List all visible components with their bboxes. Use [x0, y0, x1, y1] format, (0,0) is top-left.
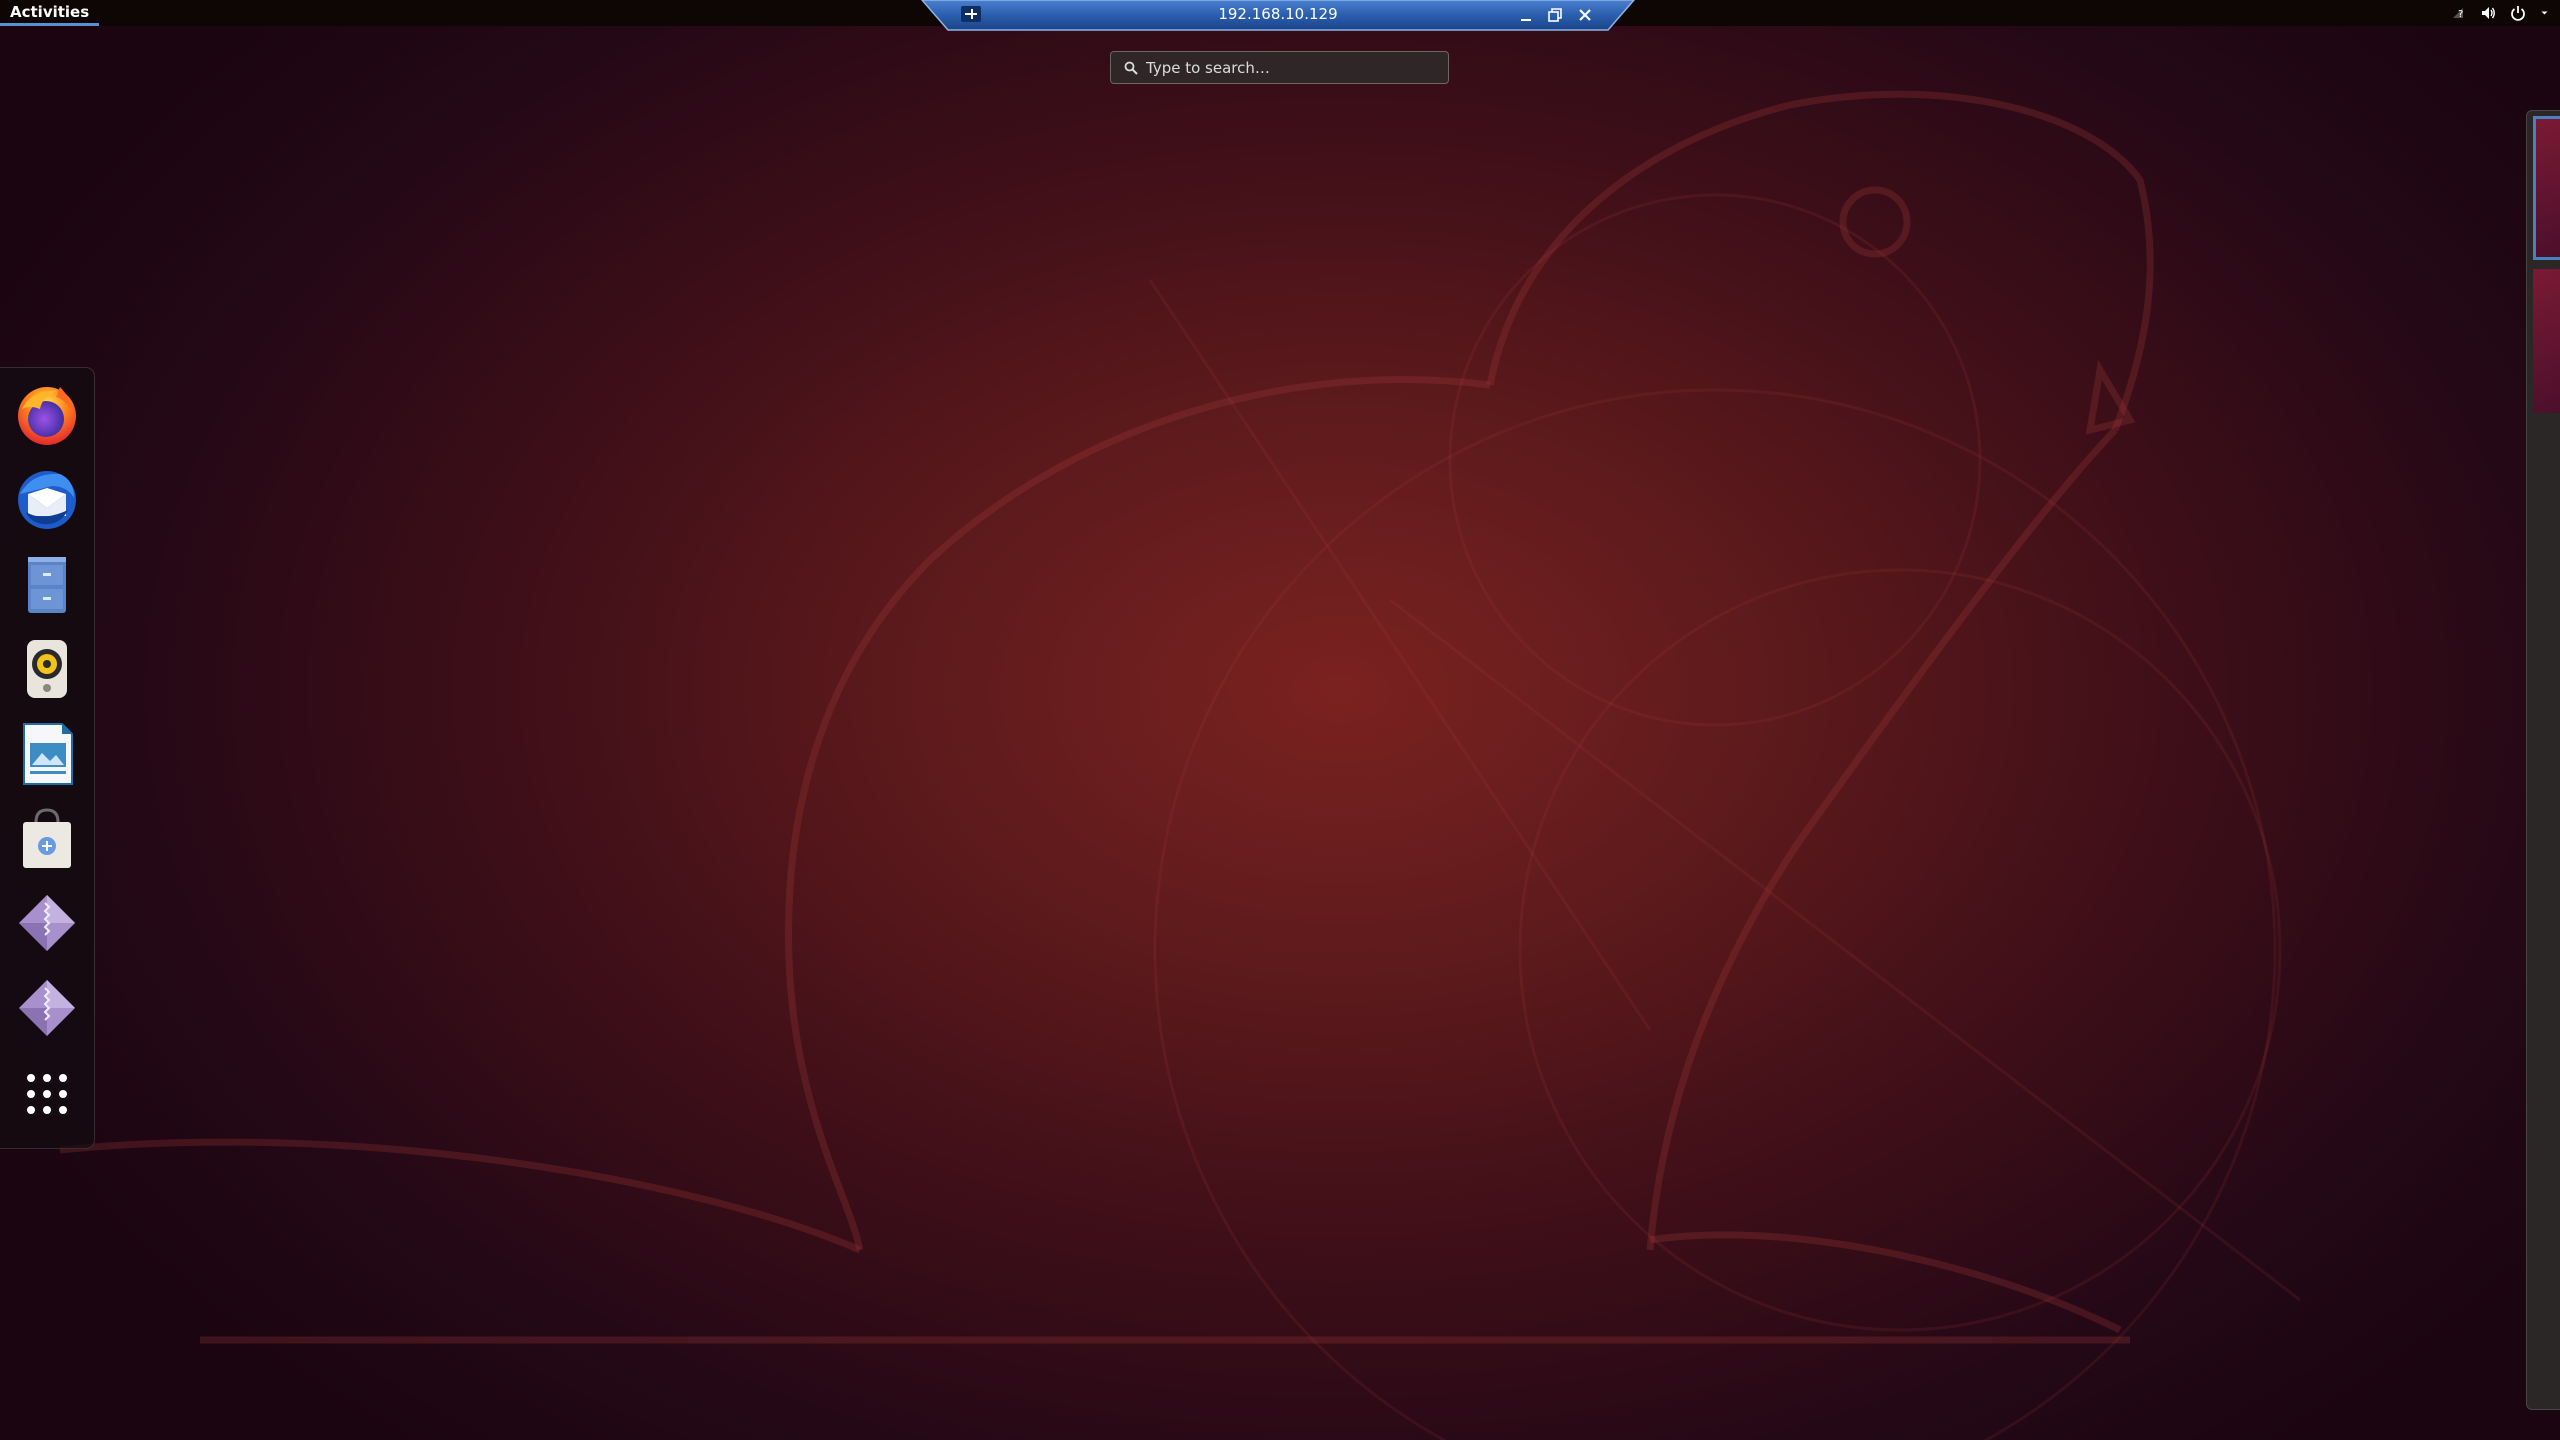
- archive-diamond-icon: [19, 895, 75, 951]
- thunderbird-icon: [18, 471, 76, 529]
- search-input[interactable]: [1146, 58, 1448, 77]
- dock-item-firefox[interactable]: [12, 379, 82, 449]
- search-box[interactable]: [1110, 51, 1449, 84]
- dock-item-files[interactable]: [12, 549, 82, 619]
- dock-item-software[interactable]: [12, 804, 82, 874]
- presentation-icon: [23, 723, 73, 785]
- shopping-bag-icon: [23, 808, 71, 868]
- desktop: Activities ? 192.168.10.129 Type to sear…: [0, 0, 2560, 1440]
- file-cabinet-icon: [28, 557, 66, 613]
- archive-diamond-icon: [19, 980, 75, 1036]
- system-tray[interactable]: ?: [2450, 0, 2552, 26]
- minimize-icon[interactable]: [1516, 5, 1536, 25]
- dock-item-thunderbird[interactable]: [12, 464, 82, 534]
- speaker-icon: [27, 640, 67, 698]
- dock: [0, 367, 95, 1149]
- menu-arrow-icon[interactable]: [2540, 5, 2552, 21]
- firefox-icon: [18, 387, 76, 445]
- remote-connection-bar[interactable]: 192.168.10.129: [920, 0, 1636, 31]
- workspace-thumbnail-2[interactable]: [2533, 269, 2560, 413]
- svg-text:?: ?: [2458, 9, 2463, 20]
- app-grid-icon: [27, 1074, 67, 1114]
- volume-icon[interactable]: [2480, 5, 2496, 21]
- workspace-thumbnail-1[interactable]: [2533, 116, 2560, 260]
- workspace-switcher: [2526, 110, 2560, 1410]
- activities-button[interactable]: Activities: [0, 0, 100, 26]
- dock-item-rhythmbox[interactable]: [12, 634, 82, 704]
- dock-item-archive-1[interactable]: [12, 889, 82, 959]
- power-icon[interactable]: [2510, 5, 2526, 21]
- close-icon[interactable]: [1575, 5, 1595, 25]
- restore-icon[interactable]: [1545, 5, 1565, 25]
- search-icon: [1124, 61, 1138, 75]
- show-applications-button[interactable]: [12, 1059, 82, 1129]
- network-icon[interactable]: ?: [2450, 5, 2466, 21]
- dock-item-libreoffice-impress[interactable]: [12, 719, 82, 789]
- dock-item-archive-2[interactable]: [12, 974, 82, 1044]
- wallpaper-art: [59, 90, 2301, 1440]
